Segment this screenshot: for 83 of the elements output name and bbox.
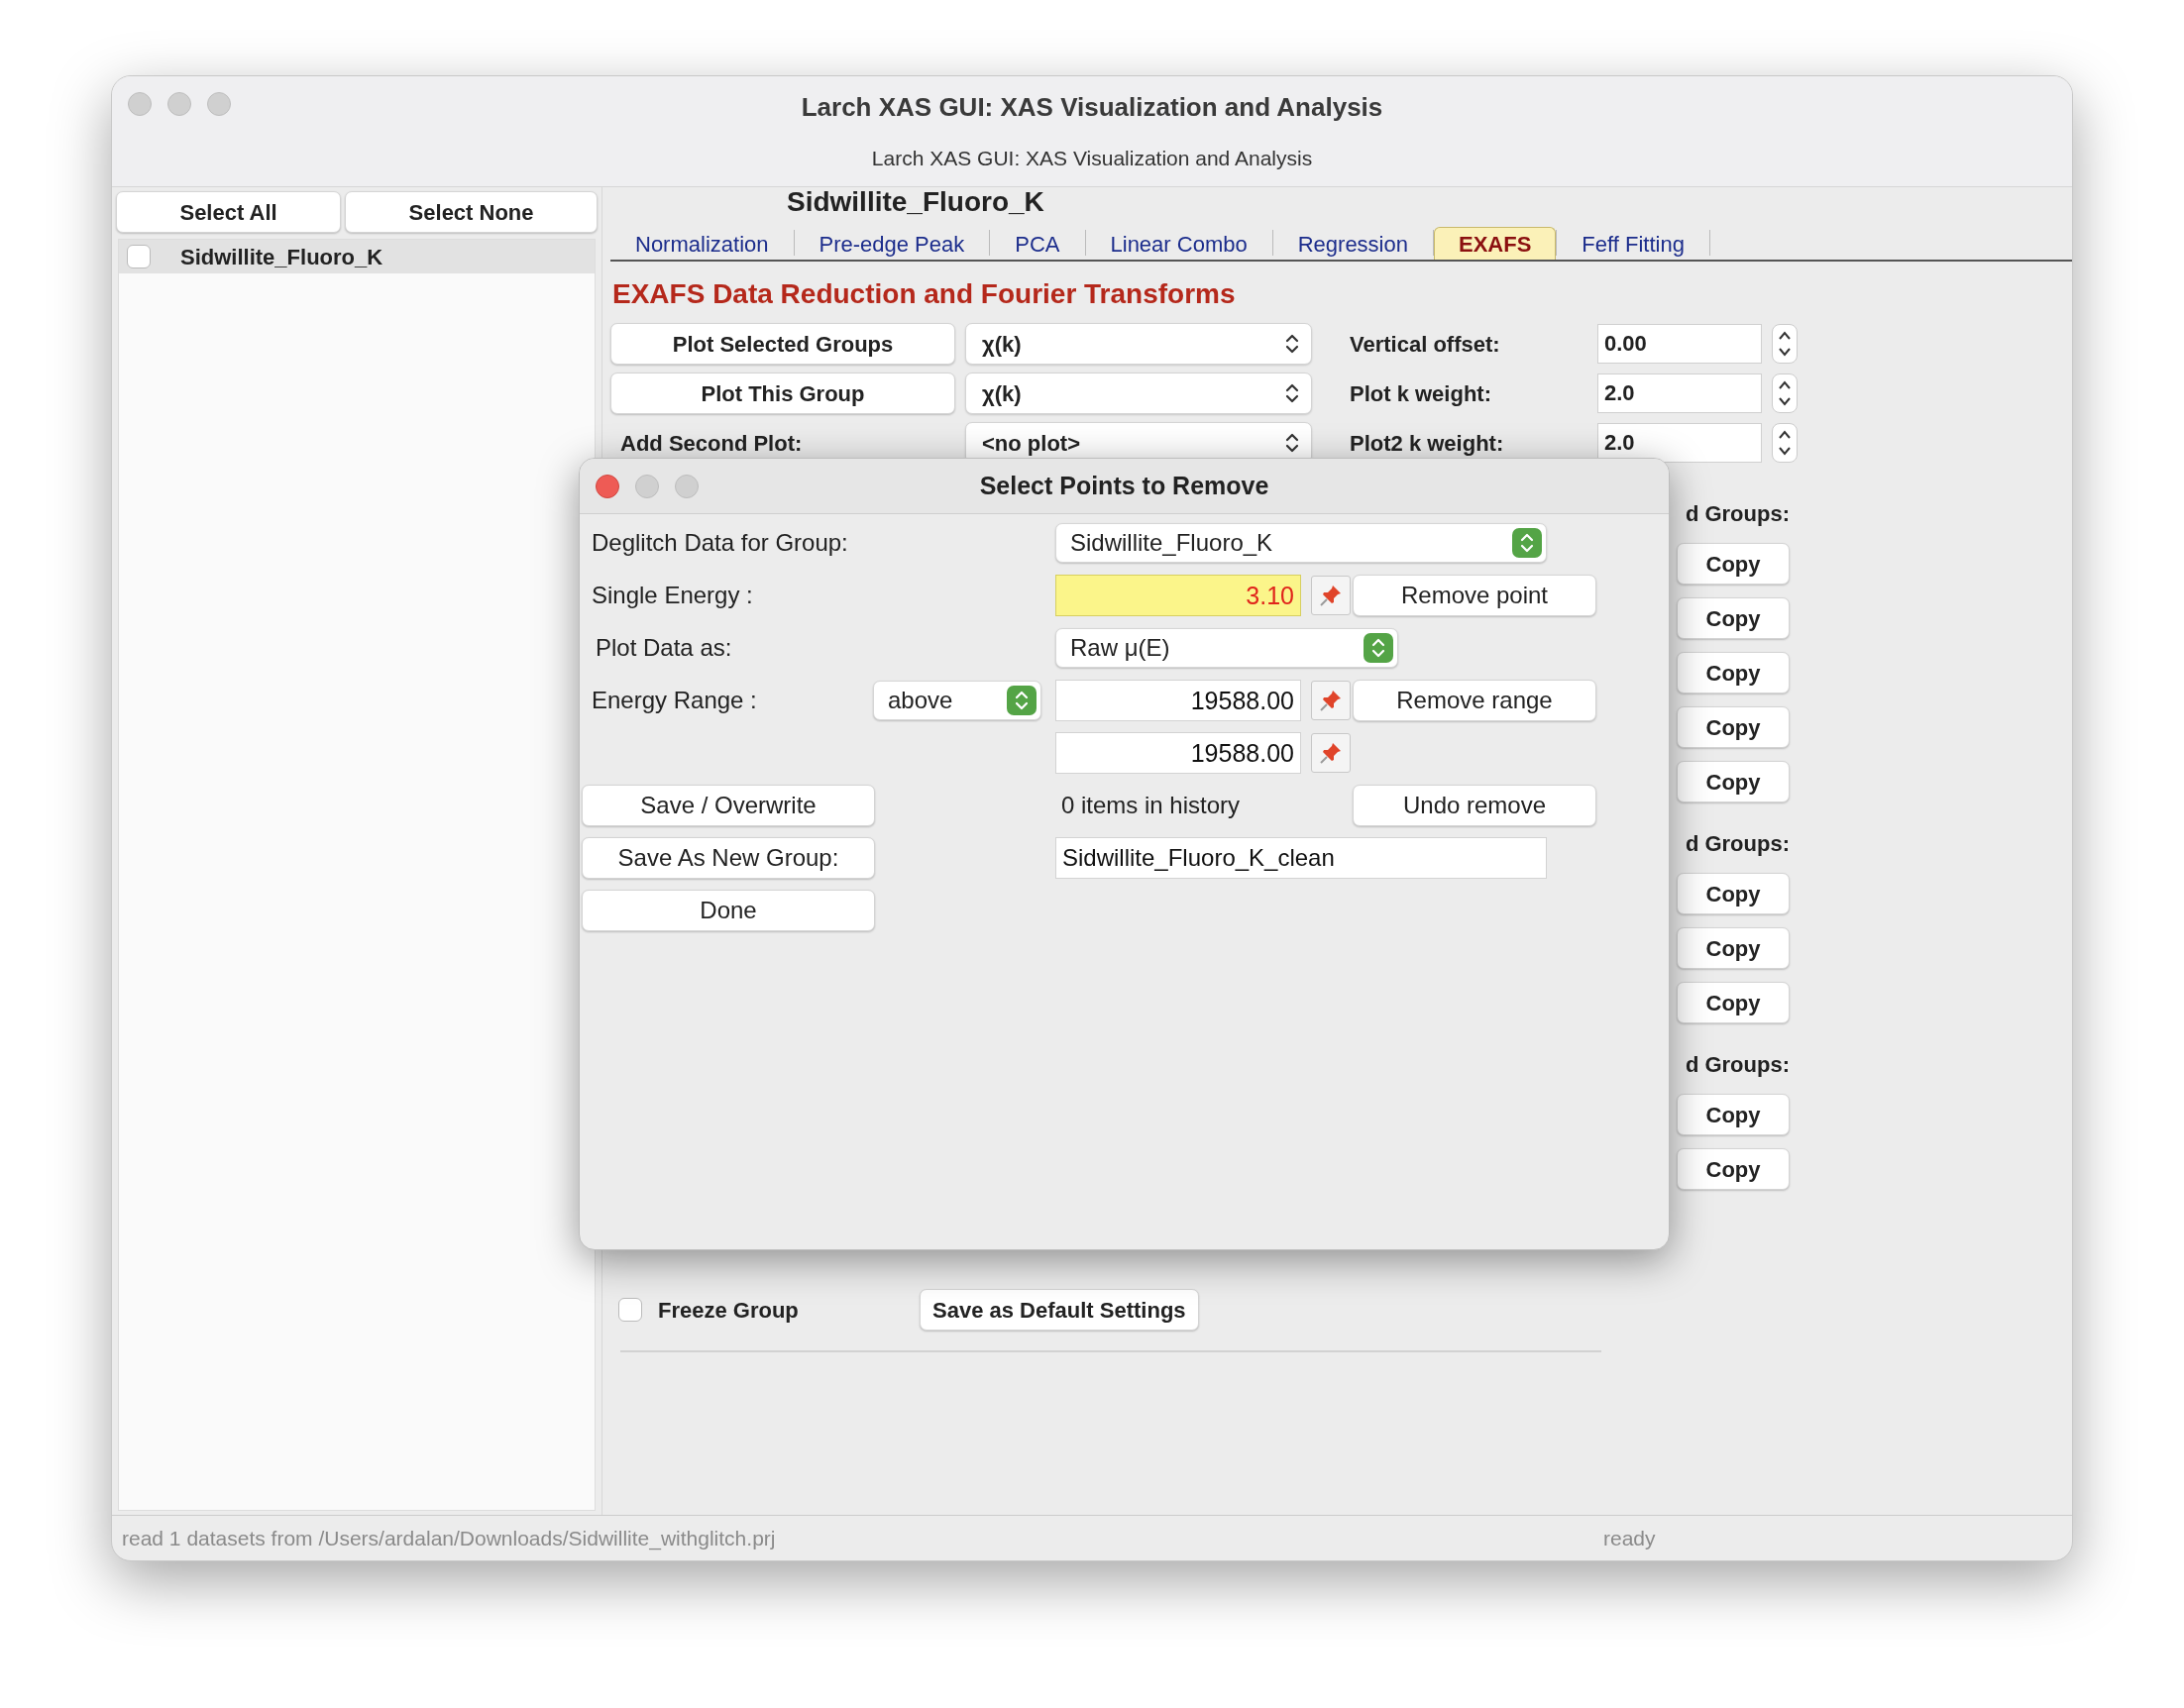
- tab[interactable]: Feff Fitting: [1557, 227, 1709, 260]
- save-default-button[interactable]: Save as Default Settings: [919, 1289, 1199, 1331]
- copy-button[interactable]: Copy: [1677, 652, 1790, 694]
- copy-button[interactable]: Copy: [1677, 982, 1790, 1023]
- range-mode-dropdown[interactable]: above: [873, 681, 1041, 720]
- field-label: Deglitch Data for Group:: [591, 528, 849, 558]
- history-count: 0 items in history: [1060, 791, 1242, 820]
- group-name: Sidwillite_Fluoro_K: [180, 243, 383, 271]
- energy-field[interactable]: 19588.00: [1055, 680, 1301, 721]
- tab[interactable]: Pre-edge Peak: [794, 227, 990, 260]
- window-subtitle: Larch XAS GUI: XAS Visualization and Analysis: [871, 147, 1313, 169]
- tab[interactable]: Regression: [1272, 227, 1433, 260]
- select-all-button[interactable]: Select All: [116, 191, 342, 233]
- chevron-icon: [1778, 378, 1792, 408]
- spinner-button[interactable]: [1772, 423, 1798, 463]
- chevron-icon: [1778, 428, 1792, 458]
- status-message: read 1 datasets from /Users/ardalan/Downloads/Sidwillite_withglitch.prj: [122, 1526, 777, 1552]
- spinner-button[interactable]: [1772, 374, 1798, 413]
- section-label: d Groups:: [1685, 500, 1790, 528]
- group-list-item[interactable]: Sidwillite_Fluoro_K: [119, 240, 595, 273]
- tab[interactable]: Linear Combo: [1085, 227, 1272, 260]
- number-field[interactable]: 2.0: [1597, 423, 1762, 463]
- spinner-button[interactable]: [1772, 324, 1798, 364]
- energy-field[interactable]: 19588.00: [1055, 732, 1301, 774]
- field-label: Single Energy :: [591, 581, 754, 610]
- chevron-icon: [1520, 531, 1534, 555]
- status-text: ready: [1603, 1526, 1656, 1552]
- copy-button[interactable]: Copy: [1677, 1094, 1790, 1135]
- group-title: Sidwillite_Fluoro_K: [787, 187, 1045, 217]
- pushpin-icon: [1318, 583, 1344, 608]
- copy-button[interactable]: Copy: [1677, 543, 1790, 585]
- pin-button[interactable]: [1311, 576, 1351, 615]
- remove-point-button[interactable]: Remove point: [1353, 575, 1596, 616]
- energy-field[interactable]: 3.10: [1055, 575, 1301, 616]
- pushpin-icon: [1318, 688, 1344, 713]
- plot-type-dropdown[interactable]: χ(k): [965, 323, 1312, 365]
- copy-button[interactable]: Copy: [1677, 706, 1790, 748]
- plot-type-dropdown[interactable]: χ(k): [965, 373, 1312, 414]
- copy-button[interactable]: Copy: [1677, 873, 1790, 914]
- group-dropdown[interactable]: Sidwillite_Fluoro_K: [1055, 523, 1547, 563]
- save-overwrite-button[interactable]: Save / Overwrite: [582, 785, 875, 826]
- checkbox[interactable]: [618, 1298, 642, 1322]
- section-label: d Groups:: [1685, 1051, 1790, 1079]
- dialog-title: Select Points to Remove: [979, 470, 1269, 501]
- copy-button[interactable]: Copy: [1677, 1148, 1790, 1190]
- tab[interactable]: Normalization: [610, 227, 794, 260]
- copy-button[interactable]: Copy: [1677, 761, 1790, 802]
- field-label: Plot2 k weight:: [1349, 429, 1505, 458]
- chevron-icon: [1778, 329, 1792, 359]
- tab[interactable]: EXAFS: [1434, 227, 1557, 260]
- tab[interactable]: PCA: [990, 227, 1085, 260]
- pin-button[interactable]: [1311, 681, 1351, 720]
- select-none-button[interactable]: Select None: [345, 191, 598, 233]
- chevron-icon: [1371, 636, 1385, 660]
- copy-button[interactable]: Copy: [1677, 927, 1790, 969]
- number-field[interactable]: 0.00: [1597, 324, 1762, 364]
- number-field[interactable]: 2.0: [1597, 374, 1762, 413]
- group-name-field[interactable]: Sidwillite_Fluoro_K_clean: [1055, 837, 1547, 879]
- checkbox-label: Freeze Group: [658, 1296, 799, 1325]
- window-title: Larch XAS GUI: XAS Visualization and Analysis: [801, 92, 1383, 122]
- close-icon[interactable]: [596, 475, 619, 498]
- undo-remove-button[interactable]: Undo remove: [1353, 785, 1596, 826]
- pushpin-icon: [1318, 740, 1344, 766]
- chevron-icon: [1285, 381, 1299, 405]
- field-label: Plot k weight:: [1349, 379, 1492, 408]
- chevron-icon: [1015, 689, 1029, 712]
- copy-button[interactable]: Copy: [1677, 597, 1790, 639]
- save-new-group-button[interactable]: Save As New Group:: [582, 837, 875, 879]
- plot-button[interactable]: Plot Selected Groups: [610, 323, 955, 365]
- chevron-icon: [1285, 431, 1299, 455]
- pin-button[interactable]: [1311, 733, 1351, 773]
- field-label: Add Second Plot:: [619, 429, 804, 458]
- remove-range-button[interactable]: Remove range: [1353, 680, 1596, 721]
- field-label: Vertical offset:: [1349, 330, 1501, 359]
- field-label: Plot Data as:: [595, 633, 733, 663]
- checkbox[interactable]: [127, 245, 151, 268]
- plot-button[interactable]: Plot This Group: [610, 373, 955, 414]
- plot-type-dropdown[interactable]: Raw μ(E): [1055, 628, 1398, 668]
- done-button[interactable]: Done: [582, 890, 875, 931]
- section-heading: EXAFS Data Reduction and Fourier Transforms: [612, 277, 1237, 311]
- section-label: d Groups:: [1685, 830, 1790, 858]
- chevron-icon: [1285, 332, 1299, 356]
- field-label: Energy Range :: [591, 686, 758, 715]
